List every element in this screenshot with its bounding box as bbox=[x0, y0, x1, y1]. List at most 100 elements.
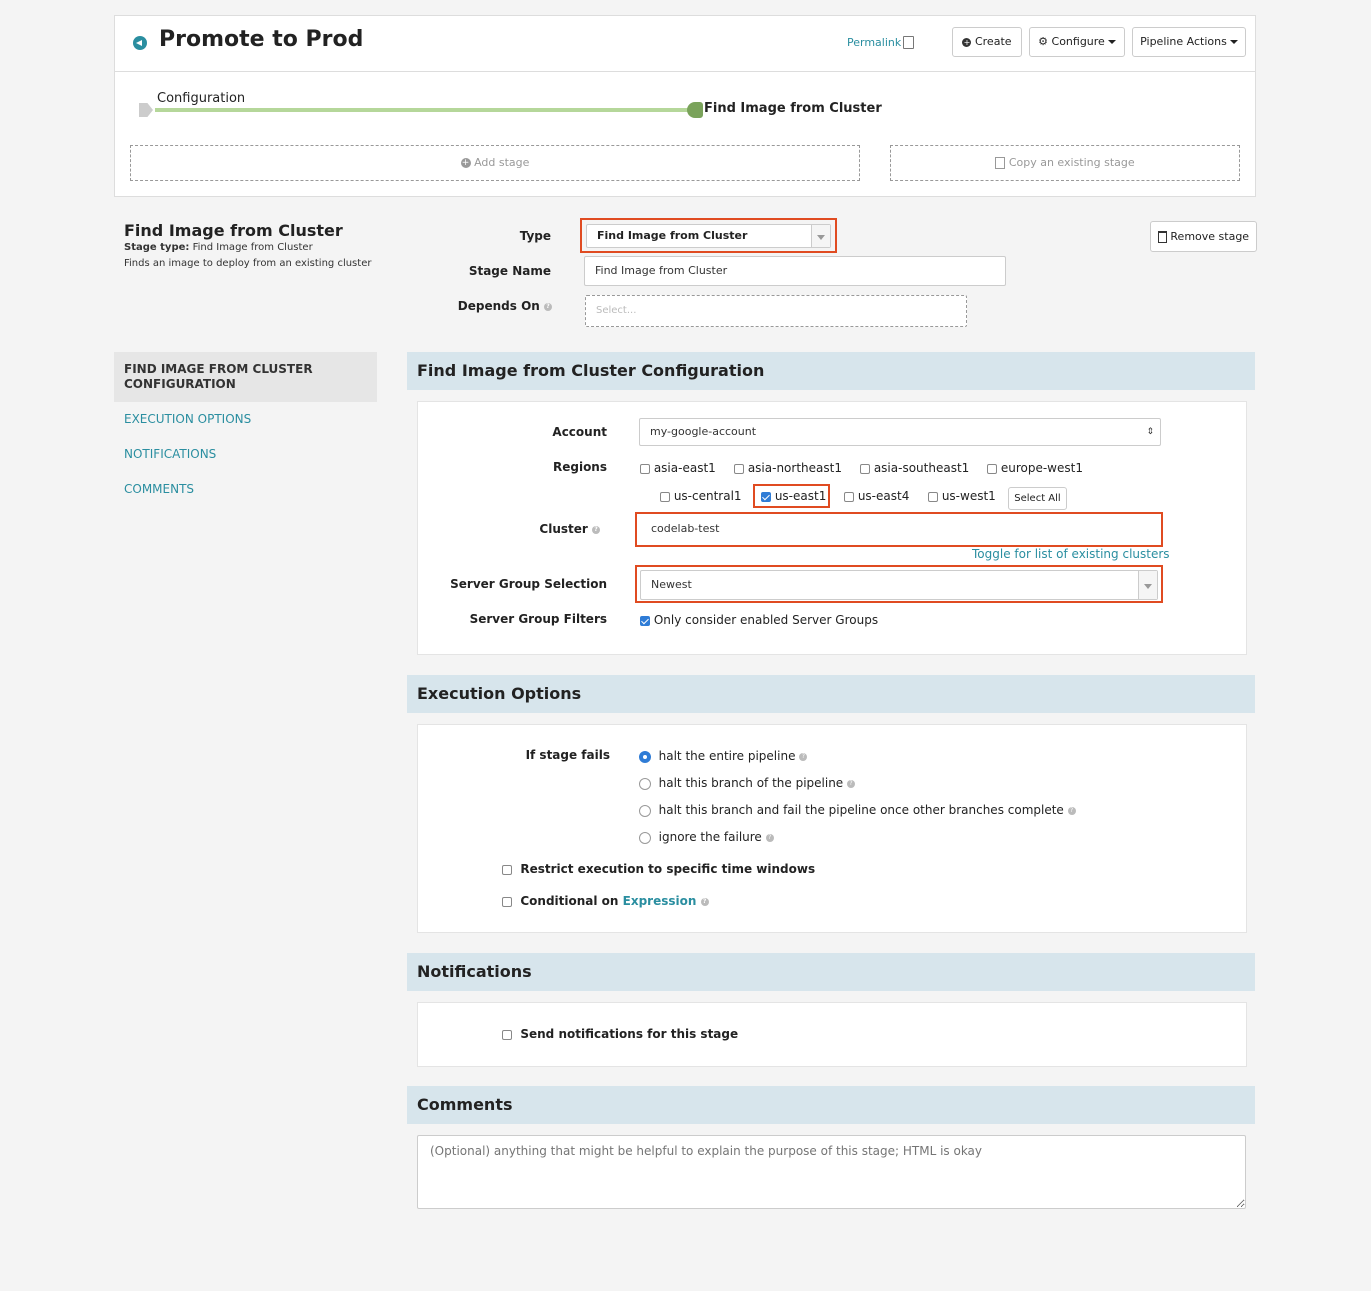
create-label: Create bbox=[974, 35, 1012, 48]
region-europe-west1[interactable]: europe-west1 bbox=[987, 461, 1083, 475]
comments-textarea[interactable] bbox=[417, 1135, 1246, 1209]
checkbox[interactable] bbox=[987, 463, 997, 474]
plus-circle-icon: + bbox=[460, 158, 471, 168]
updown-icon: ⇕ bbox=[1146, 427, 1154, 437]
enabled-server-groups-label: Only consider enabled Server Groups bbox=[653, 613, 879, 627]
enabled-server-groups-option[interactable]: Only consider enabled Server Groups bbox=[640, 613, 878, 627]
help-icon[interactable]: ? bbox=[847, 779, 856, 788]
stage-name-input[interactable]: Find Image from Cluster bbox=[584, 256, 1006, 286]
server-group-selection-label: Server Group Selection bbox=[450, 577, 607, 591]
plus-circle-icon: + bbox=[962, 37, 972, 47]
region-asia-northeast1[interactable]: asia-northeast1 bbox=[734, 461, 842, 475]
fail-option-halt-branch-fail[interactable]: halt this branch and fail the pipeline o… bbox=[639, 803, 1076, 817]
restrict-label: Restrict execution to specific time wind… bbox=[520, 862, 816, 876]
configure-label: Configure bbox=[1051, 35, 1105, 48]
region-us-central1[interactable]: us-central1 bbox=[660, 489, 742, 503]
chevron-down-icon bbox=[1107, 40, 1116, 44]
region-asia-east1[interactable]: asia-east1 bbox=[640, 461, 716, 475]
back-arrow-icon[interactable] bbox=[133, 36, 147, 50]
fail-option-halt-branch[interactable]: halt this branch of the pipeline ? bbox=[639, 776, 856, 790]
expression-link[interactable]: Expression bbox=[623, 894, 697, 908]
server-group-selection-select[interactable]: Newest bbox=[640, 570, 1158, 600]
help-icon[interactable]: ? bbox=[700, 897, 709, 906]
cluster-input[interactable]: codelab-test bbox=[641, 518, 1157, 541]
checkbox[interactable] bbox=[502, 896, 512, 907]
fail-option-label: halt this branch of the pipeline bbox=[658, 776, 844, 790]
gear-icon: ⚙ bbox=[1038, 35, 1049, 48]
checkbox[interactable] bbox=[734, 463, 744, 474]
header-row: Promote to Prod Permalink + Create ⚙ Con… bbox=[115, 16, 1255, 72]
send-notifications-option[interactable]: Send notifications for this stage bbox=[502, 1027, 738, 1041]
fail-option-ignore[interactable]: ignore the failure ? bbox=[639, 830, 774, 844]
copy-stage-button[interactable]: Copy an existing stage bbox=[890, 145, 1240, 181]
notifications-section-title: Notifications bbox=[417, 962, 532, 981]
configure-button[interactable]: ⚙ Configure bbox=[1029, 27, 1125, 57]
server-group-selection-value: Newest bbox=[651, 578, 692, 591]
notifications-section-header: Notifications bbox=[407, 953, 1255, 991]
type-highlight: Find Image from Cluster bbox=[580, 218, 837, 253]
remove-stage-button[interactable]: Remove stage bbox=[1150, 221, 1257, 252]
region-us-west1[interactable]: us-west1 bbox=[928, 489, 996, 503]
help-icon[interactable]: ? bbox=[765, 833, 774, 842]
add-stage-button[interactable]: + Add stage bbox=[130, 145, 860, 181]
checkbox-checked[interactable] bbox=[761, 491, 771, 502]
region-us-east1[interactable]: us-east1 bbox=[753, 484, 830, 508]
find-image-stage-node[interactable] bbox=[687, 102, 703, 118]
toggle-clusters-link[interactable]: Toggle for list of existing clusters bbox=[972, 547, 1170, 561]
help-icon[interactable]: ? bbox=[1067, 806, 1076, 815]
stage-name-label: Stage Name bbox=[468, 264, 551, 278]
radio-selected[interactable] bbox=[639, 750, 651, 763]
conditional-label: Conditional on bbox=[520, 894, 619, 908]
help-icon[interactable]: ? bbox=[592, 525, 600, 534]
type-label: Type bbox=[519, 229, 551, 243]
type-select-value: Find Image from Cluster bbox=[597, 229, 748, 242]
depends-on-select[interactable]: Select... bbox=[585, 295, 967, 327]
sidenav-item-comments[interactable]: COMMENTS bbox=[124, 482, 194, 496]
checkbox[interactable] bbox=[502, 1029, 512, 1040]
account-value: my-google-account bbox=[650, 425, 757, 438]
find-image-stage-label[interactable]: Find Image from Cluster bbox=[704, 101, 882, 116]
restrict-time-windows-option[interactable]: Restrict execution to specific time wind… bbox=[502, 862, 815, 876]
checkbox[interactable] bbox=[502, 864, 512, 875]
if-stage-fails-label: If stage fails bbox=[525, 748, 610, 762]
sidenav-item-execution[interactable]: EXECUTION OPTIONS bbox=[124, 412, 251, 426]
add-stage-label: Add stage bbox=[474, 156, 530, 169]
region-us-east4[interactable]: us-east4 bbox=[844, 489, 909, 503]
server-group-selection-highlight: Newest bbox=[635, 565, 1163, 603]
checkbox[interactable] bbox=[860, 463, 870, 474]
radio[interactable] bbox=[639, 777, 651, 790]
send-notifications-label: Send notifications for this stage bbox=[520, 1027, 739, 1041]
configuration-stage-node[interactable] bbox=[139, 103, 153, 117]
permalink-link[interactable]: Permalink bbox=[847, 36, 901, 49]
radio[interactable] bbox=[639, 831, 651, 844]
create-button[interactable]: + Create bbox=[952, 27, 1022, 57]
fail-option-label: ignore the failure bbox=[658, 830, 762, 844]
conditional-expression-option[interactable]: Conditional on Expression ? bbox=[502, 894, 709, 908]
chevron-down-icon bbox=[1138, 571, 1157, 599]
region-label: asia-east1 bbox=[653, 461, 716, 475]
pipeline-actions-button[interactable]: Pipeline Actions bbox=[1132, 27, 1246, 57]
clipboard-icon[interactable] bbox=[903, 36, 914, 49]
comments-section-title: Comments bbox=[417, 1095, 513, 1114]
account-select[interactable]: my-google-account ⇕ bbox=[639, 418, 1161, 446]
checkbox-checked[interactable] bbox=[640, 615, 650, 626]
checkbox[interactable] bbox=[660, 491, 670, 502]
remove-stage-label: Remove stage bbox=[1170, 230, 1250, 243]
region-asia-southeast1[interactable]: asia-southeast1 bbox=[860, 461, 969, 475]
checkbox[interactable] bbox=[844, 491, 854, 502]
help-icon[interactable]: ? bbox=[544, 302, 552, 311]
radio[interactable] bbox=[639, 804, 651, 817]
sidenav-item-notifications[interactable]: NOTIFICATIONS bbox=[124, 447, 216, 461]
type-select[interactable]: Find Image from Cluster bbox=[586, 224, 831, 248]
sidenav-item-config[interactable]: FIND IMAGE FROM CLUSTER CONFIGURATION bbox=[114, 352, 377, 402]
configuration-stage-label[interactable]: Configuration bbox=[157, 91, 245, 106]
depends-on-text: Depends On bbox=[457, 299, 540, 313]
select-all-button[interactable]: Select All bbox=[1008, 487, 1067, 510]
help-icon[interactable]: ? bbox=[799, 752, 808, 761]
fail-option-label: halt the entire pipeline bbox=[658, 749, 796, 763]
checkbox[interactable] bbox=[928, 491, 938, 502]
account-label: Account bbox=[552, 425, 607, 439]
depends-on-label: Depends On ? bbox=[440, 299, 552, 313]
checkbox[interactable] bbox=[640, 463, 650, 474]
fail-option-halt-pipeline[interactable]: halt the entire pipeline ? bbox=[639, 749, 808, 763]
